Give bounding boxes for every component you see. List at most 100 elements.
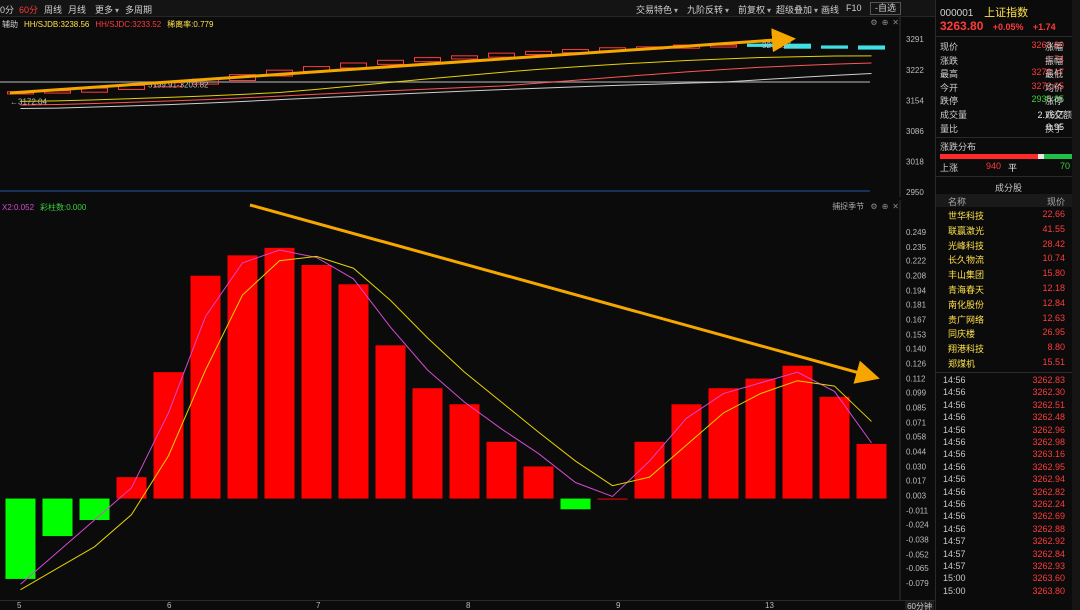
component-row[interactable]: 翔港科技 8.80 xyxy=(936,342,1080,356)
candle[interactable] xyxy=(821,45,848,49)
toolbar-item-right-0[interactable]: 交易特色 xyxy=(636,3,678,16)
component-name: 联赢激光 xyxy=(948,225,985,236)
toolbar-item-2[interactable]: 周线 xyxy=(44,3,62,16)
indicator-bar[interactable] xyxy=(264,247,295,499)
indicator-bar[interactable] xyxy=(856,443,887,499)
candle[interactable] xyxy=(451,55,478,60)
tick-time: 14:56 xyxy=(943,523,966,534)
tick-time: 14:56 xyxy=(943,486,966,497)
component-row[interactable]: 光峰科技 28.42 xyxy=(936,239,1080,253)
indicator-bar[interactable] xyxy=(42,498,73,537)
close-icon[interactable]: ✕ xyxy=(892,202,899,211)
indicator-bar[interactable] xyxy=(523,466,554,499)
indicator-bar[interactable] xyxy=(338,284,369,499)
quote-key: 现价 xyxy=(940,42,959,52)
tick-row: 14:56 3262.30 xyxy=(936,387,1080,399)
indicator-bar[interactable] xyxy=(782,365,813,499)
indicator-bar[interactable] xyxy=(634,441,665,499)
component-row[interactable]: 世华科技 22.66 xyxy=(936,209,1080,223)
indicator-tick-label: 0.235 xyxy=(906,243,927,252)
component-row[interactable]: 丰山集团 15.80 xyxy=(936,268,1080,282)
indicator-chart[interactable]: 0.249 0.235 0.222 0.208 0.194 0.181 0.167 0.153… xyxy=(0,200,935,600)
instrument-name[interactable]: 上证指数 xyxy=(984,7,1028,19)
indicator-bar[interactable] xyxy=(79,498,110,520)
toolbar-item-right-2[interactable]: 前复权 xyxy=(738,3,771,16)
tick-price: 3263.60 xyxy=(1032,573,1065,584)
indicator-tick-label: 0.112 xyxy=(906,375,926,384)
trend-arrow[interactable] xyxy=(9,28,796,95)
indicator-line xyxy=(20,255,872,591)
indicator-bar[interactable] xyxy=(560,498,591,510)
indicator-bar[interactable] xyxy=(486,441,517,499)
indicator-bar[interactable] xyxy=(190,275,221,499)
indicator-tick-label: 0.085 xyxy=(906,404,927,413)
indicator-bar[interactable] xyxy=(227,255,258,499)
indicator-bar[interactable] xyxy=(819,396,850,499)
tick-row: 14:56 3262.88 xyxy=(936,524,1080,536)
candle[interactable] xyxy=(414,57,441,63)
toolbar-item-0[interactable]: 0分 xyxy=(0,3,14,16)
price-chart[interactable]: 329132223154308630182950←3172.043199.91-… xyxy=(0,17,935,197)
price-tick-label: 2950 xyxy=(906,188,924,197)
component-row[interactable]: 联赢激光 41.55 xyxy=(936,224,1080,238)
candle[interactable] xyxy=(525,50,552,55)
indicator-bar[interactable] xyxy=(449,404,480,499)
quote-row: 成交量 2.76亿 成交额 xyxy=(940,108,1080,121)
toolbar-item-3[interactable]: 月线 xyxy=(68,3,86,16)
period-button[interactable]: 60分钟 xyxy=(905,601,934,610)
quote-row: 今开 3272.05 均价 xyxy=(940,81,1080,94)
indicator-bar[interactable] xyxy=(708,388,739,499)
component-row[interactable]: 同庆楼 26.95 xyxy=(936,327,1080,341)
tick-time: 14:57 xyxy=(943,536,966,547)
indicator-bar[interactable] xyxy=(745,378,776,499)
component-row[interactable]: 长久物流 10.74 xyxy=(936,253,1080,267)
toolbar-item-right-5[interactable]: F10 xyxy=(846,3,862,13)
candle[interactable] xyxy=(488,52,515,58)
indicator-panel[interactable]: X2:0.052 彩柱数:0.000 捕捉季节 ⚙ ⊕ ✕ 0.249 0.235 0.2… xyxy=(0,200,935,600)
quote-row: 现价 3263.80 涨幅 xyxy=(940,40,1080,53)
component-row[interactable]: 青海春天 12.18 xyxy=(936,283,1080,297)
indicator-bar[interactable] xyxy=(412,388,443,499)
indicator-bar[interactable] xyxy=(301,265,332,499)
component-row[interactable]: 贵广网络 12.63 xyxy=(936,313,1080,327)
indicator-bar[interactable] xyxy=(5,498,36,579)
tick-row: 14:56 3262.82 xyxy=(936,487,1080,499)
time-axis-label: 6 xyxy=(167,601,172,610)
toolbar-item-1[interactable]: 60分 xyxy=(19,3,38,16)
toolbar-item-5[interactable]: 多周期 xyxy=(125,3,152,16)
time-axis-label: 7 xyxy=(316,601,321,610)
indicator-bar[interactable] xyxy=(597,498,628,500)
settings-icon[interactable]: ⚙ xyxy=(870,18,877,27)
toolbar-item-right-6[interactable]: -自选 xyxy=(870,2,901,15)
component-name: 南化股份 xyxy=(948,299,985,310)
component-price: 12.84 xyxy=(1042,297,1065,308)
candle[interactable] xyxy=(858,45,885,50)
quote-key-secondary: 最低 xyxy=(1045,69,1064,80)
settings-icon[interactable]: ⚙ xyxy=(870,202,877,211)
toolbar-item-right-1[interactable]: 九阶反转 xyxy=(687,3,729,16)
indicator-bar[interactable] xyxy=(153,372,184,499)
component-name: 青海春天 xyxy=(948,285,985,295)
indicator-bar[interactable] xyxy=(375,345,406,499)
tick-time: 14:56 xyxy=(943,499,966,509)
maximize-icon[interactable]: ⊕ xyxy=(882,202,889,211)
toolbar-item-right-3[interactable]: 超级叠加 xyxy=(776,3,818,16)
sidebar-scrollbar[interactable] xyxy=(1072,0,1080,610)
component-price: 15.51 xyxy=(1042,357,1065,367)
tick-price: 3262.98 xyxy=(1032,437,1065,447)
component-row[interactable]: 南化股份 12.84 xyxy=(936,298,1080,312)
component-row[interactable]: 郑煤机 15.51 xyxy=(936,357,1080,371)
toolbar-item-right-4[interactable]: 画线 xyxy=(821,3,839,16)
toolbar-item-4[interactable]: 更多 xyxy=(95,3,119,16)
price-panel[interactable]: 辅助 HH/SJDB:3238.56 HH/SJDC:3233.52 稀离率:0.77… xyxy=(0,17,935,197)
col-name: 名称 xyxy=(948,197,967,207)
component-name: 同庆楼 xyxy=(948,329,976,340)
divider xyxy=(936,176,1080,177)
indicator-tick-label: 0.017 xyxy=(906,476,927,485)
indicator-tick-label: 0.071 xyxy=(906,419,927,428)
close-icon[interactable]: ✕ xyxy=(892,18,899,27)
tick-price: 3262.94 xyxy=(1032,474,1065,485)
candle[interactable] xyxy=(377,59,404,65)
maximize-icon[interactable]: ⊕ xyxy=(882,18,889,27)
indicator-tick-label: -0.038 xyxy=(906,535,929,544)
